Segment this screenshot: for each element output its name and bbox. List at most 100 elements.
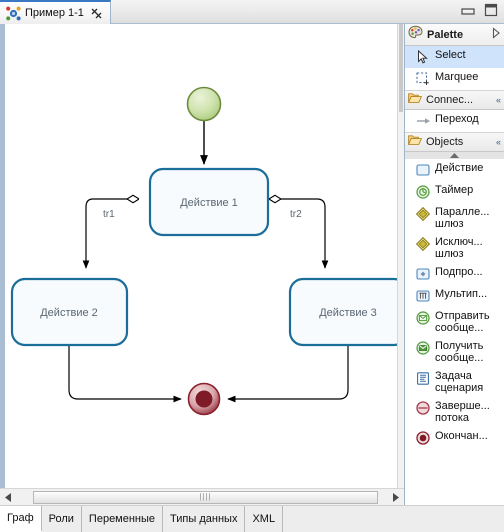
cursor-arrow-icon	[415, 49, 431, 65]
palette-panel: Palette Select Marquee Connec... « Перех…	[404, 24, 504, 505]
palette-item-select[interactable]: Select	[405, 46, 504, 68]
edge-tr1[interactable]: tr1	[86, 199, 138, 268]
node-label-action-3: Действие 3	[319, 307, 377, 319]
editor-tab-primer[interactable]: Пример 1-1	[0, 0, 111, 24]
palette-item-isklyuchayushchiy-shlyuz[interactable]: Исключ... шлюз	[405, 233, 504, 263]
double-chevron-icon[interactable]: «	[496, 95, 501, 105]
close-icon[interactable]	[90, 7, 103, 20]
bottom-tab-label: Граф	[7, 512, 34, 524]
palette-item-deystvie[interactable]: Действие	[405, 159, 504, 181]
triangle-left-icon[interactable]	[0, 490, 17, 505]
canvas-vertical-scrollbar[interactable]	[397, 24, 404, 488]
edge-act3-to-end[interactable]	[227, 345, 349, 403]
bottom-tab-roli[interactable]: Роли	[41, 506, 82, 532]
palette-item-otpravit-soobshchenie[interactable]: Отправить сообще...	[405, 307, 504, 337]
palette-scroll-up-arrow[interactable]	[405, 152, 504, 159]
bottom-tab-graf[interactable]: Граф	[0, 506, 42, 532]
palette-item-label: Подпро...	[435, 266, 483, 278]
palette-item-label: Marquee	[435, 71, 479, 83]
receive-message-icon	[415, 340, 431, 356]
palette-item-label: Задача сценария	[435, 370, 484, 394]
bottom-tab-label: Типы данных	[170, 513, 238, 525]
bottom-tab-bar: Граф Роли Переменные Типы данных XML	[0, 505, 504, 532]
action-node-icon	[415, 162, 431, 178]
bottom-tab-xml[interactable]: XML	[245, 506, 284, 532]
palette-section-title: Connec...	[426, 94, 474, 106]
palette-section-objects[interactable]: Objects «	[405, 132, 504, 152]
subprocess-icon	[415, 266, 431, 282]
maximize-icon[interactable]	[484, 3, 498, 22]
chevron-right-icon[interactable]	[491, 26, 501, 44]
palette-header[interactable]: Palette	[405, 24, 504, 46]
terminate-flow-icon	[415, 400, 431, 416]
node-end-event[interactable]	[187, 382, 221, 416]
palette-section-title: Objects	[426, 136, 464, 148]
editor-tab-bar: Пример 1-1	[0, 0, 504, 24]
palette-item-label: Таймер	[435, 184, 474, 196]
palette-item-label: Мультип...	[435, 288, 488, 300]
bottom-tab-peremennye[interactable]: Переменные	[81, 506, 164, 532]
palette-item-podprotsess[interactable]: Подпро...	[405, 263, 504, 285]
node-label-action-2: Действие 2	[40, 307, 98, 319]
timer-icon	[415, 184, 431, 200]
hscroll-thumb[interactable]: ||||	[33, 490, 378, 504]
editor-tab-label: Пример 1-1	[25, 7, 84, 19]
process-diagram-icon	[6, 6, 21, 21]
palette-item-label: Select	[435, 49, 466, 61]
palette-item-perehod[interactable]: Переход	[405, 110, 504, 132]
bottom-tab-label: XML	[252, 513, 276, 525]
palette-item-label: Окончан...	[435, 430, 488, 442]
palette-item-zavershenie-potoka[interactable]: Заверше... потока	[405, 397, 504, 427]
minimize-icon[interactable]	[461, 4, 475, 22]
palette-item-zadacha-stsenariya[interactable]: Задача сценария	[405, 367, 504, 397]
send-message-icon	[415, 310, 431, 326]
diagram-svg: tr1 tr2 Действие 1 Действие 2 Действие 3	[10, 86, 404, 416]
triangle-right-icon[interactable]	[387, 490, 404, 505]
end-event-icon	[415, 430, 431, 446]
palette-icon	[408, 25, 423, 45]
palette-item-label: Отправить сообще...	[435, 310, 490, 334]
palette-item-label: Паралле... шлюз	[435, 206, 490, 230]
bottom-tab-tipy-dannyh[interactable]: Типы данных	[163, 506, 246, 532]
edge-act2-to-end[interactable]	[68, 345, 182, 403]
bottom-tab-filler	[283, 506, 504, 532]
editor-window: Пример 1-1 tr1 tr2 Действие 1 Действие 2…	[0, 0, 504, 532]
palette-item-label: Заверше... потока	[435, 400, 490, 424]
double-chevron-icon[interactable]: «	[496, 137, 501, 147]
node-start-event[interactable]	[186, 86, 222, 122]
transition-arrow-icon	[415, 113, 431, 129]
palette-item-okonchanie[interactable]: Окончан...	[405, 427, 504, 449]
node-action-1[interactable]: Действие 1	[148, 167, 270, 237]
edge-label-tr2: tr2	[290, 209, 302, 220]
node-label-action-1: Действие 1	[180, 197, 238, 209]
node-action-2[interactable]: Действие 2	[10, 277, 129, 347]
folder-icon	[407, 133, 423, 151]
edge-tr2[interactable]: tr2	[270, 199, 325, 268]
palette-item-label: Получить сообще...	[435, 340, 484, 364]
window-controls	[461, 3, 498, 22]
canvas-horizontal-scrollbar[interactable]: ||||	[0, 488, 404, 505]
palette-item-taymer[interactable]: Таймер	[405, 181, 504, 203]
node-action-3[interactable]: Действие 3	[288, 277, 404, 347]
palette-item-parallelnyy-shlyuz[interactable]: Паралле... шлюз	[405, 203, 504, 233]
palette-item-multipodprotsess[interactable]: Мультип...	[405, 285, 504, 307]
palette-item-marquee[interactable]: Marquee	[405, 68, 504, 90]
folder-icon	[407, 91, 423, 109]
palette-item-label: Исключ... шлюз	[435, 236, 483, 260]
edge-label-tr1: tr1	[103, 209, 115, 220]
palette-title: Palette	[427, 28, 464, 41]
multi-instance-icon	[415, 288, 431, 304]
exclusive-gateway-icon	[415, 236, 431, 252]
marquee-select-icon	[415, 71, 431, 87]
hscroll-track[interactable]: ||||	[17, 490, 387, 505]
bottom-tab-label: Переменные	[88, 513, 156, 525]
palette-item-label: Действие	[435, 162, 484, 174]
bottom-tab-label: Роли	[48, 513, 74, 525]
diagram-canvas[interactable]: tr1 tr2 Действие 1 Действие 2 Действие 3	[0, 24, 404, 488]
palette-section-connections[interactable]: Connec... «	[405, 90, 504, 110]
palette-item-label: Переход	[435, 113, 479, 125]
palette-item-poluchit-soobshchenie[interactable]: Получить сообще...	[405, 337, 504, 367]
script-task-icon	[415, 370, 431, 386]
hscroll-grip: ||||	[199, 492, 212, 501]
parallel-gateway-icon	[415, 206, 431, 222]
